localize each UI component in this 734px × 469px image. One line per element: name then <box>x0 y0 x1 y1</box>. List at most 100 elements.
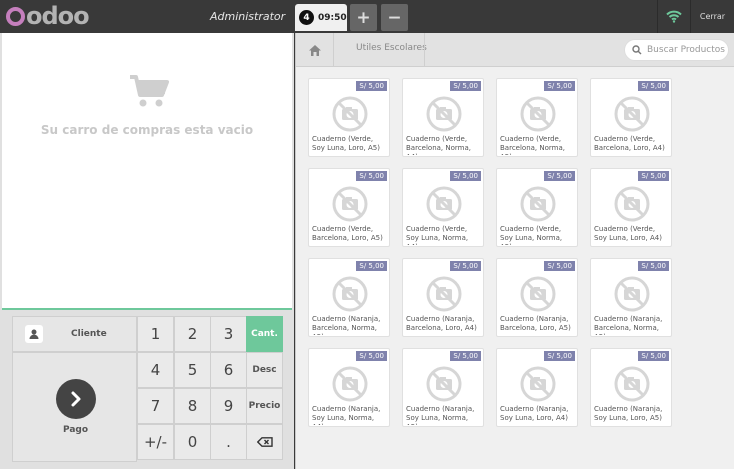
product-name: Cuaderno (Verde, Soy Luna, Loro, A4) <box>594 225 662 242</box>
key-plus-minus[interactable]: +/- <box>137 424 174 460</box>
backspace-button[interactable] <box>246 424 283 460</box>
product-card[interactable]: S/ 5,00 Cuaderno (Verde, Soy Luna, Norma,… <box>496 168 578 247</box>
key-9[interactable]: 9 <box>210 388 247 424</box>
logo-text: odoo <box>26 2 90 30</box>
customer-button[interactable]: Cliente <box>12 316 137 352</box>
remove-order-button[interactable]: − <box>381 4 408 31</box>
no-image-icon <box>425 185 463 227</box>
product-card[interactable]: S/ 5,00 Cuaderno (Naranja, Barcelona, Nor… <box>308 258 390 337</box>
product-name: Cuaderno (Naranja, Soy Luna, Loro, A5) <box>594 405 663 422</box>
chevron-right-icon <box>56 379 96 419</box>
no-image-icon <box>613 95 651 137</box>
shopping-cart-icon <box>128 73 170 113</box>
product-card[interactable]: S/ 5,00 Cuaderno (Naranja, Barcelona, Lor… <box>496 258 578 337</box>
order-tab[interactable]: 4 09:50 <box>295 4 347 31</box>
product-card[interactable]: S/ 5,00 Cuaderno (Verde, Soy Luna, Norma,… <box>402 168 484 247</box>
product-card[interactable]: S/ 5,00 Cuaderno (Naranja, Soy Luna, Loro… <box>590 348 672 427</box>
wifi-status-icon[interactable] <box>657 0 689 33</box>
numpad-area: Cliente Pago 1 2 3 4 5 6 7 8 9 +/- 0. Cant. Desc Prec… <box>12 316 284 462</box>
product-name: Cuaderno (Verde, Barcelona, Loro, A4) <box>594 135 665 152</box>
key-1[interactable]: 1 <box>137 316 174 352</box>
product-card[interactable]: S/ 5,00 Cuaderno (Naranja, Barcelona, Nor… <box>590 258 672 337</box>
key-4[interactable]: 4 <box>137 352 174 388</box>
search-icon <box>632 45 642 55</box>
product-price: S/ 5,00 <box>450 351 481 361</box>
product-name: Cuaderno (Naranja, Barcelona, Norma, A5) <box>312 315 381 335</box>
product-card[interactable]: S/ 5,00 Cuaderno (Verde, Soy Luna, Loro, … <box>308 78 390 157</box>
no-image-icon <box>613 365 651 407</box>
odoo-logo: odoo <box>6 2 90 30</box>
product-name: Cuaderno (Verde, Soy Luna, Norma, A5) <box>500 225 563 245</box>
product-card[interactable]: S/ 5,00 Cuaderno (Naranja, Soy Luna, Loro… <box>496 348 578 427</box>
order-time: 09:50 <box>318 12 347 23</box>
no-image-icon <box>425 95 463 137</box>
no-image-icon <box>519 185 557 227</box>
product-price: S/ 5,00 <box>544 351 575 361</box>
order-number-badge: 4 <box>299 10 314 25</box>
key-7[interactable]: 7 <box>137 388 174 424</box>
payment-label: Pago <box>62 425 89 435</box>
product-name: Cuaderno (Verde, Soy Luna, Norma, A4) <box>406 225 469 245</box>
product-name: Cuaderno (Verde, Barcelona, Norma, A4) <box>406 135 471 155</box>
product-price: S/ 5,00 <box>356 81 387 91</box>
product-price: S/ 5,00 <box>638 351 669 361</box>
product-name: Cuaderno (Verde, Barcelona, Loro, A5) <box>312 225 383 242</box>
no-image-icon <box>425 275 463 317</box>
cart-area: Su carro de compras esta vacio <box>2 33 292 310</box>
product-name: Cuaderno (Naranja, Soy Luna, Norma, A4) <box>312 405 381 425</box>
products-pane: Utiles Escolares Buscar Productos S/ 5,0… <box>295 33 734 469</box>
product-price: S/ 5,00 <box>638 171 669 181</box>
product-price: S/ 5,00 <box>638 81 669 91</box>
product-price: S/ 5,00 <box>356 351 387 361</box>
product-card[interactable]: S/ 5,00 Cuaderno (Verde, Soy Luna, Loro, … <box>590 168 672 247</box>
product-card[interactable]: S/ 5,00 Cuaderno (Naranja, Barcelona, Lor… <box>402 258 484 337</box>
category-breadcrumb-bar: Utiles Escolares Buscar Productos <box>296 33 734 67</box>
product-card[interactable]: S/ 5,00 Cuaderno (Verde, Barcelona, Norma… <box>496 78 578 157</box>
key-2[interactable]: 2 <box>174 316 211 352</box>
product-name: Cuaderno (Naranja, Soy Luna, Norma, A5) <box>406 405 475 425</box>
product-name: Cuaderno (Naranja, Barcelona, Norma, A5) <box>594 315 663 335</box>
product-name: Cuaderno (Verde, Soy Luna, Loro, A5) <box>312 135 380 152</box>
no-image-icon <box>613 275 651 317</box>
home-icon <box>308 44 321 56</box>
close-button[interactable]: Cerrar <box>690 0 734 33</box>
key-3[interactable]: 3 <box>210 316 247 352</box>
product-price: S/ 5,00 <box>544 81 575 91</box>
product-card[interactable]: S/ 5,00 Cuaderno (Verde, Barcelona, Loro,… <box>308 168 390 247</box>
key-6[interactable]: 6 <box>210 352 247 388</box>
product-card[interactable]: S/ 5,00 Cuaderno (Verde, Barcelona, Norma… <box>402 78 484 157</box>
payment-button[interactable]: Pago <box>12 352 137 462</box>
no-image-icon <box>519 275 557 317</box>
home-button[interactable] <box>296 33 334 67</box>
top-bar: odoo Administrator 4 09:50 + − Cerrar <box>0 0 734 33</box>
key-decimal[interactable]: . <box>210 424 247 460</box>
product-card[interactable]: S/ 5,00 Cuaderno (Verde, Barcelona, Loro,… <box>590 78 672 157</box>
product-price: S/ 5,00 <box>450 261 481 271</box>
discount-mode-button[interactable]: Desc <box>246 352 283 388</box>
breadcrumb-divider <box>424 33 425 67</box>
breadcrumb-category[interactable]: Utiles Escolares <box>356 43 427 53</box>
key-8[interactable]: 8 <box>174 388 211 424</box>
product-price: S/ 5,00 <box>544 261 575 271</box>
key-0[interactable]: 0 <box>174 424 211 460</box>
product-price: S/ 5,00 <box>356 261 387 271</box>
no-image-icon <box>519 95 557 137</box>
search-placeholder: Buscar Productos <box>647 45 725 55</box>
no-image-icon <box>331 95 369 137</box>
customer-label: Cliente <box>71 329 107 339</box>
product-search-field[interactable]: Buscar Productos <box>624 39 729 61</box>
user-name[interactable]: Administrator <box>210 10 285 23</box>
backspace-icon <box>256 437 273 447</box>
no-image-icon <box>519 365 557 407</box>
product-name: Cuaderno (Verde, Barcelona, Norma, A5) <box>500 135 565 155</box>
price-mode-button[interactable]: Precio <box>246 388 283 424</box>
quantity-mode-button[interactable]: Cant. <box>246 316 283 352</box>
product-price: S/ 5,00 <box>356 171 387 181</box>
product-card[interactable]: S/ 5,00 Cuaderno (Naranja, Soy Luna, Norm… <box>402 348 484 427</box>
no-image-icon <box>425 365 463 407</box>
product-card[interactable]: S/ 5,00 Cuaderno (Naranja, Soy Luna, Norm… <box>308 348 390 427</box>
product-price: S/ 5,00 <box>544 171 575 181</box>
add-order-button[interactable]: + <box>350 4 377 31</box>
logo-ring <box>6 6 25 26</box>
key-5[interactable]: 5 <box>174 352 211 388</box>
